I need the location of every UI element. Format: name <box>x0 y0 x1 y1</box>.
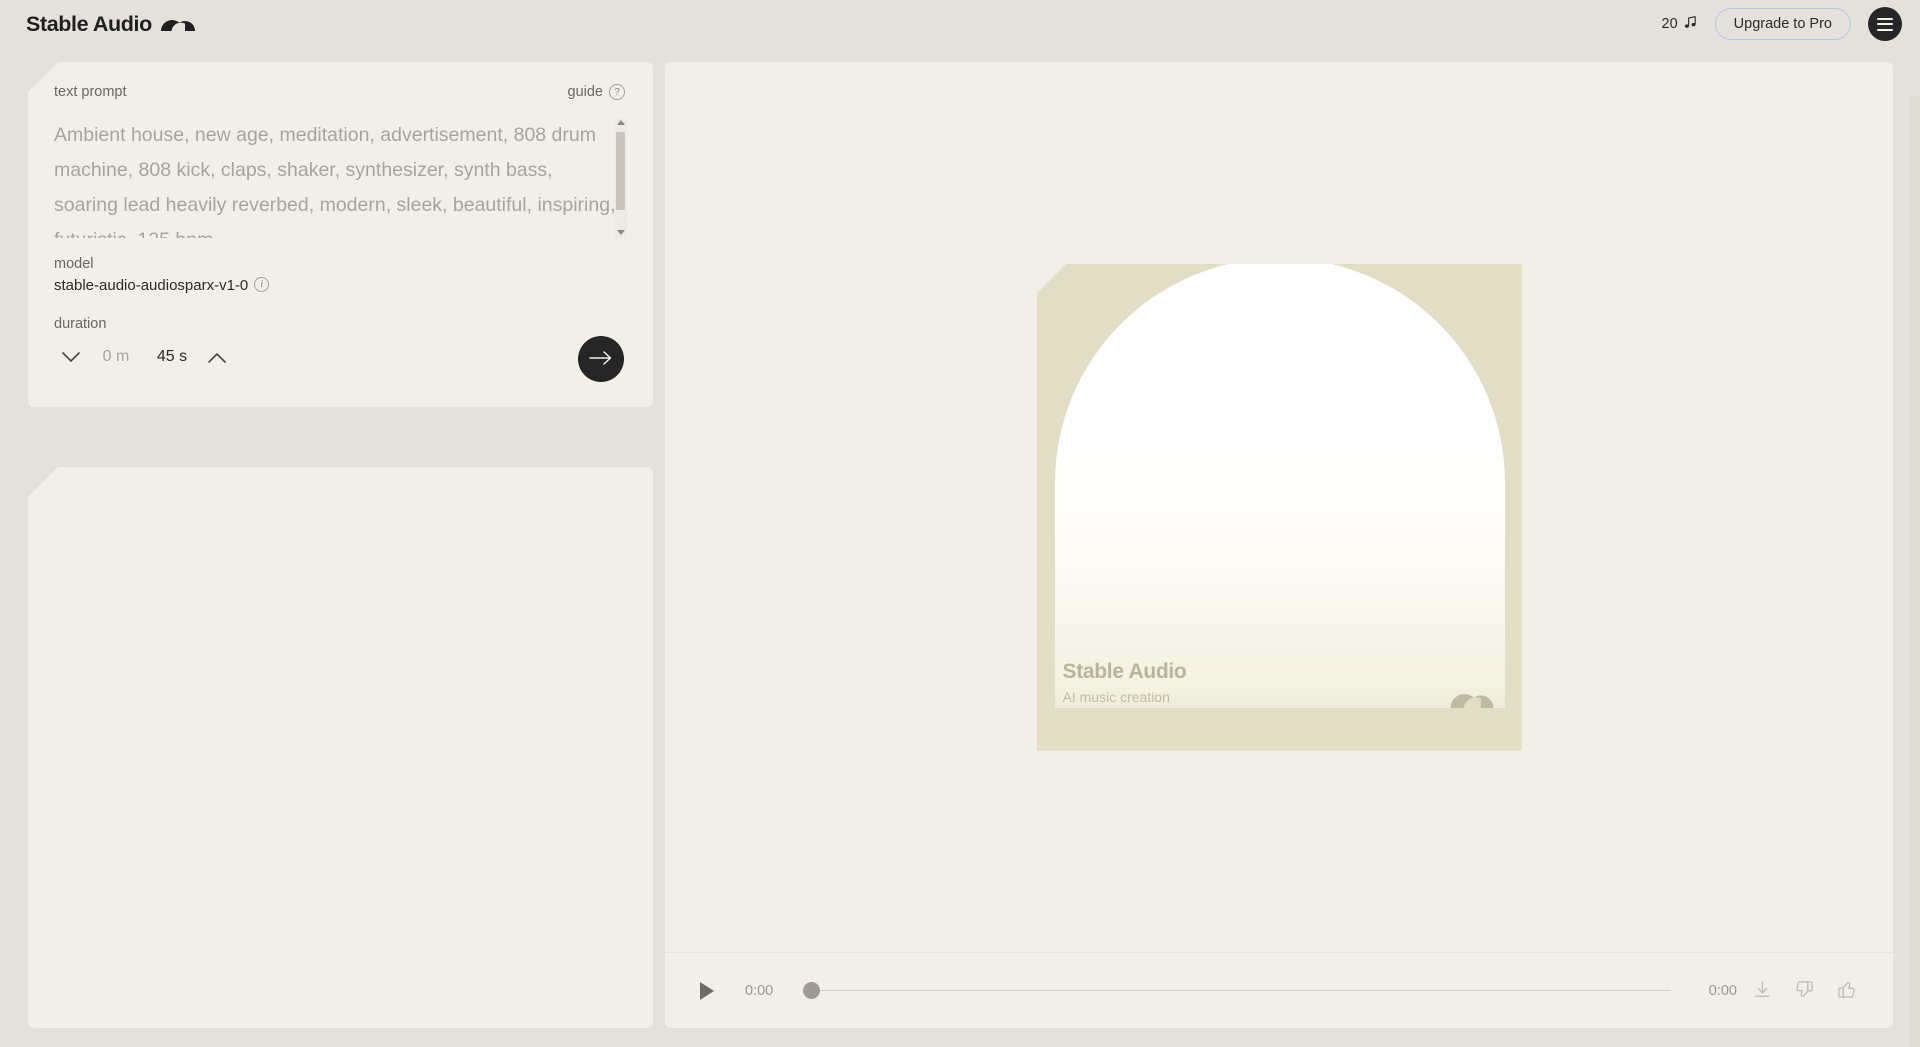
dome-graphic <box>1054 263 1505 708</box>
prompt-panel-header: text prompt guide ? <box>54 84 627 100</box>
question-circle-icon: ? <box>609 84 625 100</box>
duration-label: duration <box>54 316 107 332</box>
model-value: stable-audio-audiosparx-v1-0 <box>54 277 249 294</box>
menu-line <box>1877 17 1893 20</box>
prompt-panel: text prompt guide ? Ambient house, new a… <box>28 62 653 407</box>
scrubber-handle[interactable] <box>803 982 820 999</box>
app-header: Stable Audio 20 Upgrade to Pro <box>0 0 1920 48</box>
page-scrollbar[interactable] <box>1909 96 1920 1047</box>
music-note-icon <box>1683 15 1698 34</box>
download-button[interactable] <box>1741 970 1783 1012</box>
main-layout: text prompt guide ? Ambient house, new a… <box>0 48 1920 1047</box>
model-section: model stable-audio-audiosparx-v1-0 i <box>54 256 627 294</box>
album-art-stage: Stable Audio AI music creation <box>665 62 1893 952</box>
total-time: 0:00 <box>1708 982 1737 999</box>
app-logo[interactable]: Stable Audio <box>26 12 195 37</box>
hamburger-menu-icon[interactable] <box>1868 7 1902 41</box>
guide-label: guide <box>567 84 603 100</box>
thumbs-down-button[interactable] <box>1783 970 1825 1012</box>
generation-history-panel <box>28 467 653 1028</box>
chevron-down-icon[interactable] <box>54 342 88 372</box>
mountain-arc-logo-icon <box>1450 684 1494 713</box>
dome-baseline <box>1054 500 1505 506</box>
album-art-card[interactable]: Stable Audio AI music creation <box>1036 263 1522 751</box>
logo-text: Stable Audio <box>26 11 152 36</box>
play-icon <box>700 981 714 1000</box>
duration-minutes-value[interactable]: 0 m <box>88 348 144 366</box>
model-selector[interactable]: stable-audio-audiosparx-v1-0 i <box>54 277 627 294</box>
duration-stepper: 0 m 45 s <box>54 342 627 372</box>
duration-seconds-value[interactable]: 45 s <box>144 348 200 366</box>
scrubber-track <box>803 989 1671 992</box>
prompt-input[interactable]: Ambient house, new age, meditation, adve… <box>54 118 627 238</box>
current-time: 0:00 <box>745 982 774 999</box>
album-art-subtitle: AI music creation <box>1062 688 1170 705</box>
model-label: model <box>54 256 94 272</box>
upgrade-to-pro-button[interactable]: Upgrade to Pro <box>1714 8 1851 40</box>
menu-line <box>1877 28 1893 31</box>
info-circle-icon[interactable]: i <box>254 277 270 292</box>
duration-section: duration 0 m 45 s <box>54 316 627 372</box>
generate-button[interactable] <box>578 336 624 382</box>
mountain-arc-logo-icon <box>160 12 195 36</box>
menu-line <box>1877 23 1893 25</box>
scroll-arrow-down-icon[interactable] <box>614 226 627 238</box>
audio-player-bar: 0:00 0:00 <box>665 952 1893 1028</box>
result-pane: Stable Audio AI music creation 0:00 0:00 <box>665 62 1893 1028</box>
text-prompt-label: text prompt <box>54 84 127 100</box>
thumbs-up-button[interactable] <box>1825 970 1867 1012</box>
chevron-up-icon[interactable] <box>200 342 234 372</box>
play-button[interactable] <box>689 974 723 1008</box>
album-art-title: Stable Audio <box>1062 659 1187 683</box>
guide-link[interactable]: guide ? <box>568 84 625 100</box>
scroll-arrow-up-icon[interactable] <box>614 118 627 128</box>
prompt-scrollbar[interactable] <box>614 118 627 238</box>
arrow-right-icon <box>589 350 613 369</box>
credits-indicator[interactable]: 20 <box>1662 14 1698 34</box>
header-actions: 20 Upgrade to Pro <box>1662 7 1902 41</box>
credits-count: 20 <box>1661 16 1678 32</box>
prompt-textarea-wrapper: Ambient house, new age, meditation, adve… <box>54 118 627 238</box>
scrollbar-thumb[interactable] <box>616 132 625 210</box>
album-art-caption: Stable Audio AI music creation <box>1063 660 1187 705</box>
